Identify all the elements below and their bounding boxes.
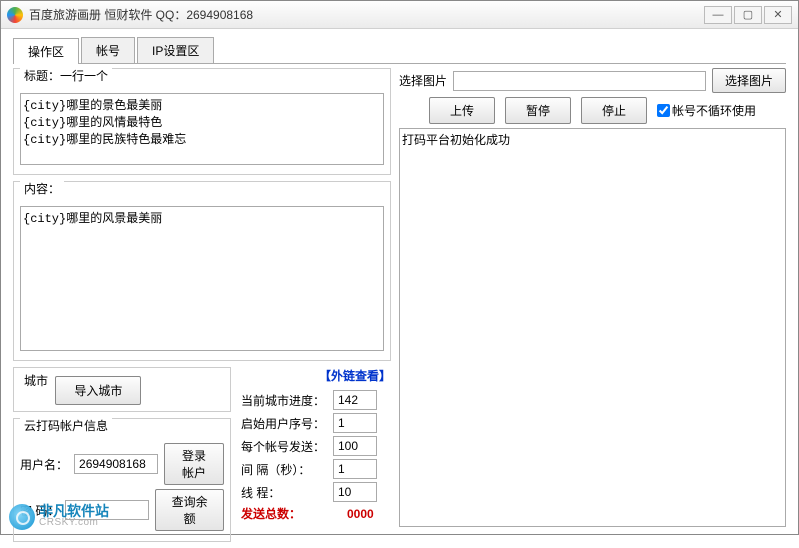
threads-input[interactable]: [333, 482, 377, 502]
upload-button[interactable]: 上传: [429, 97, 495, 124]
log-textarea[interactable]: [399, 128, 786, 527]
pause-button[interactable]: 暂停: [505, 97, 571, 124]
total-label: 发送总数：: [241, 505, 333, 522]
tab-operate[interactable]: 操作区: [13, 38, 79, 64]
select-image-button[interactable]: 选择图片: [712, 68, 786, 93]
noloop-checkbox[interactable]: [657, 104, 670, 117]
noloop-label: 帐号不循环使用: [672, 102, 756, 119]
username-label: 用户名：: [20, 456, 68, 473]
maximize-button[interactable]: ▢: [734, 6, 762, 24]
close-button[interactable]: ✕: [764, 6, 792, 24]
noloop-checkbox-wrap[interactable]: 帐号不循环使用: [657, 102, 756, 119]
interval-input[interactable]: [333, 459, 377, 479]
content-textarea[interactable]: [20, 206, 384, 351]
threads-label: 线 程：: [241, 484, 333, 501]
image-path-input[interactable]: [453, 71, 706, 91]
peraccount-input[interactable]: [333, 436, 377, 456]
balance-button[interactable]: 查询余额: [155, 489, 224, 531]
tab-bar: 操作区 帐号 IP设置区: [13, 37, 786, 64]
stop-button[interactable]: 停止: [581, 97, 647, 124]
import-city-button[interactable]: 导入城市: [55, 376, 141, 405]
titlebar: 百度旅游画册 恒财软件 QQ：2694908168 — ▢ ✕: [1, 1, 798, 29]
title-textarea[interactable]: [20, 93, 384, 165]
yun-info-label: 云打码帐户信息: [20, 417, 112, 434]
external-link-view[interactable]: 【外链查看】: [319, 369, 391, 383]
window-title: 百度旅游画册 恒财软件 QQ：2694908168: [29, 6, 702, 23]
content-group-label: 内容：: [20, 180, 64, 197]
peraccount-label: 每个帐号发送：: [241, 438, 333, 455]
progress-input[interactable]: [333, 390, 377, 410]
tab-ip[interactable]: IP设置区: [137, 37, 214, 63]
tab-account[interactable]: 帐号: [81, 37, 135, 63]
password-label: 密 码：: [20, 502, 59, 519]
login-button[interactable]: 登录帐户: [164, 443, 224, 485]
startuser-label: 启始用户序号：: [241, 415, 333, 432]
total-value: 0000: [347, 507, 374, 521]
username-input[interactable]: [74, 454, 158, 474]
interval-label: 间 隔（秒）：: [241, 461, 333, 478]
startuser-input[interactable]: [333, 413, 377, 433]
title-group-label: 标题：一行一个: [20, 67, 112, 84]
progress-label: 当前城市进度：: [241, 392, 333, 409]
select-image-label: 选择图片: [399, 72, 447, 89]
password-input[interactable]: [65, 500, 149, 520]
app-icon: [7, 7, 23, 23]
minimize-button[interactable]: —: [704, 6, 732, 24]
city-group-label: 城市: [20, 372, 52, 389]
